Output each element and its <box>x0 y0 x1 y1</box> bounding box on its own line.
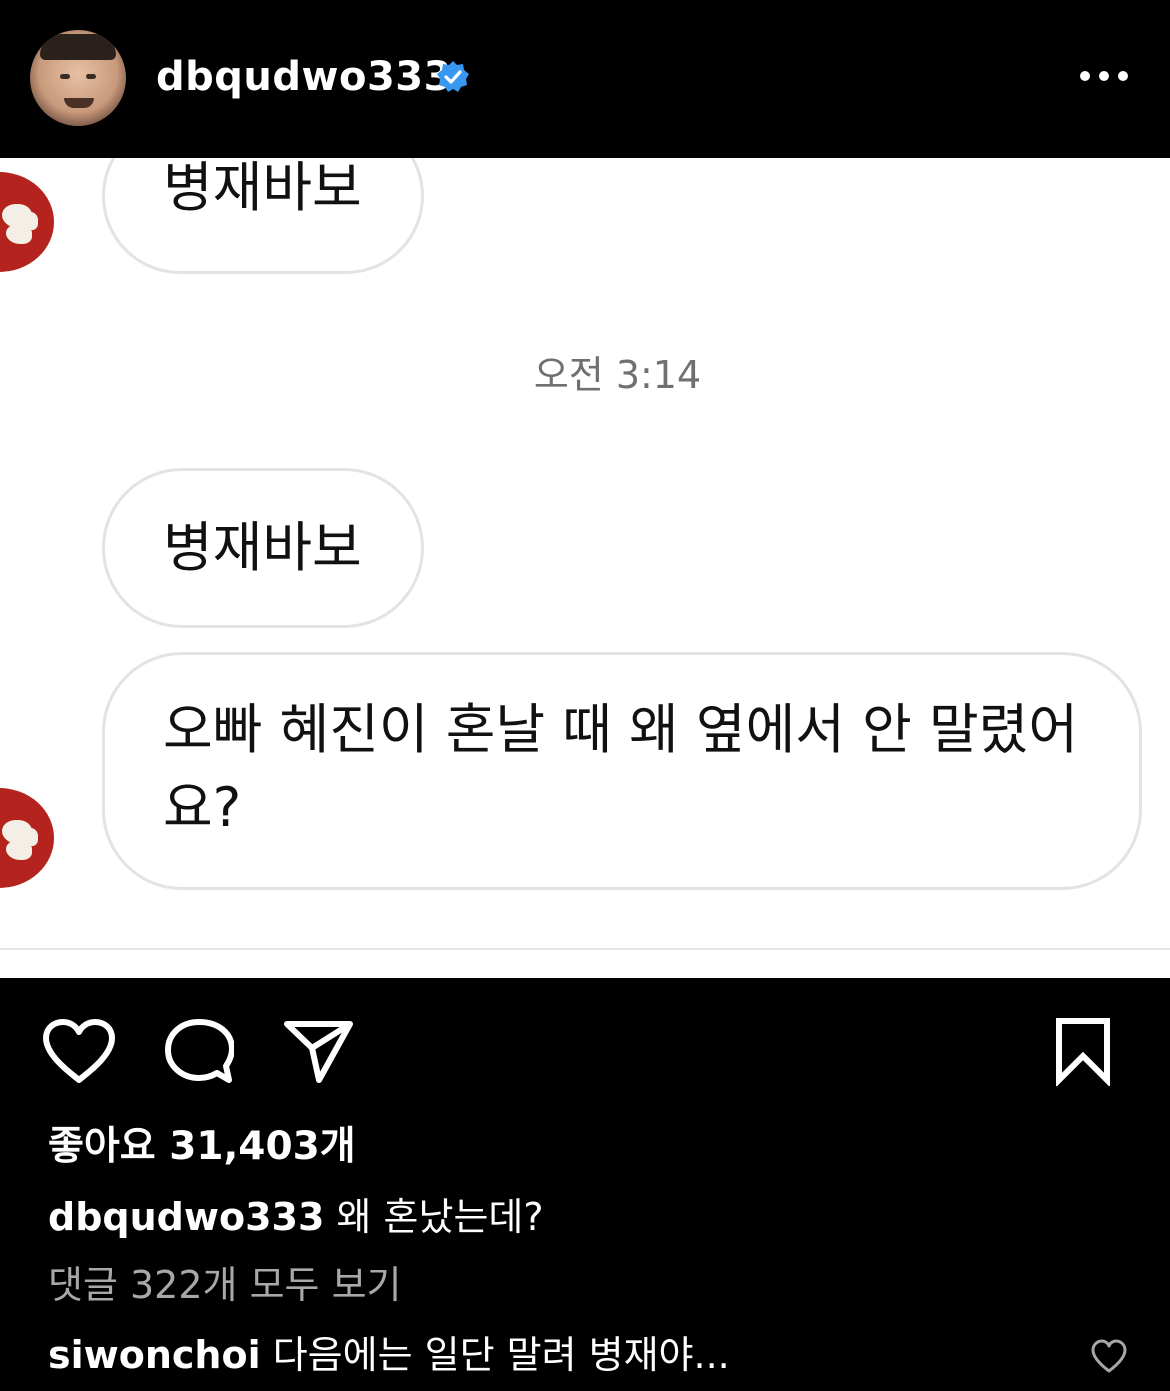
comment-like-heart-icon[interactable] <box>1090 1338 1128 1374</box>
avatar-eye <box>60 74 70 79</box>
post-header: dbqudwo333 <box>0 0 1170 158</box>
chat-sender-avatar <box>0 788 54 888</box>
caption-username[interactable]: dbqudwo333 <box>48 1195 324 1239</box>
view-all-comments-link[interactable]: 댓글 322개 모두 보기 <box>48 1260 402 1310</box>
bookmark-icon[interactable] <box>1052 1016 1114 1086</box>
message-text: 병재바보 <box>163 516 362 579</box>
post-image-chat-screenshot[interactable]: 병재바보 오전 3:14 병재바보 오빠 혜진이 혼날 때 왜 옆에서 안 말렸… <box>0 158 1170 978</box>
avatar-eye <box>86 74 96 79</box>
post-caption: dbqudwo333 왜 혼났는데? <box>48 1192 544 1242</box>
comment-username[interactable]: siwonchoi <box>48 1333 261 1377</box>
divider <box>0 948 1170 950</box>
more-horizontal-icon[interactable] <box>1078 66 1130 88</box>
author-username[interactable]: dbqudwo333 <box>156 52 452 102</box>
message-bubble: 병재바보 <box>102 158 424 274</box>
message-bubble: 병재바보 <box>102 468 424 628</box>
message-text: 병재바보 <box>163 158 362 219</box>
comment-icon[interactable] <box>164 1018 234 1084</box>
likes-count[interactable]: 좋아요 31,403개 <box>48 1122 356 1172</box>
message-timestamp: 오전 3:14 <box>533 353 702 397</box>
heart-icon[interactable] <box>42 1018 116 1084</box>
caption-text: 왜 혼났는데? <box>336 1195 544 1239</box>
message-bubble: 오빠 혜진이 혼날 때 왜 옆에서 안 말렸어 요? <box>102 652 1142 890</box>
chat-sender-avatar <box>0 172 54 272</box>
avatar-mouth <box>64 98 94 108</box>
avatar-hair <box>40 34 116 60</box>
comment-row: siwonchoi 다음에는 일단 말려 병재야... <box>48 1330 730 1380</box>
message-text: 오빠 혜진이 혼날 때 왜 옆에서 안 말렸어 요? <box>163 698 1079 839</box>
author-avatar[interactable] <box>30 30 126 126</box>
send-icon[interactable] <box>282 1018 354 1084</box>
comment-text: 다음에는 일단 말려 병재야... <box>272 1333 730 1377</box>
verified-badge-icon <box>437 61 469 92</box>
